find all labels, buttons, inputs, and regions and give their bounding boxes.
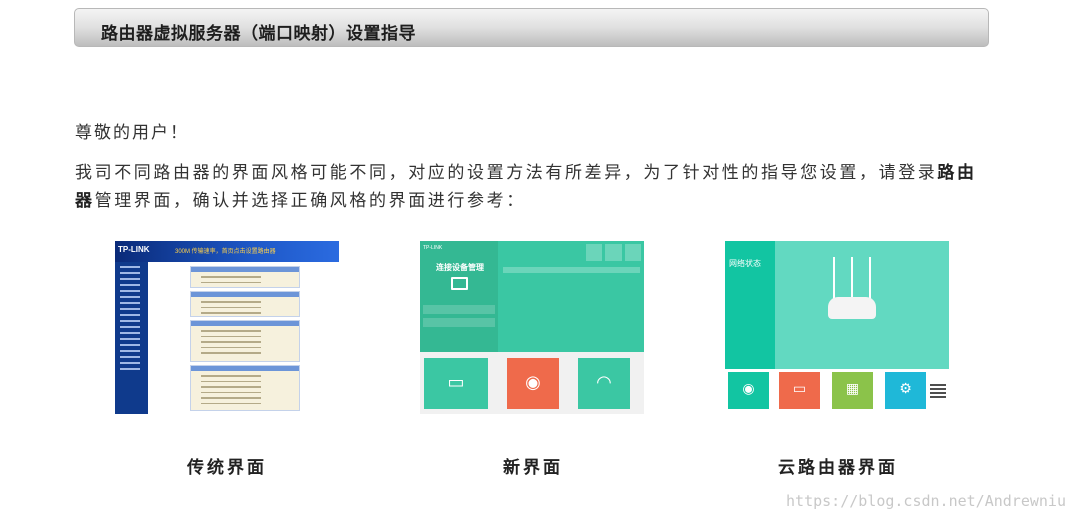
monitor-icon: ▭ xyxy=(447,372,465,393)
thumb-main xyxy=(148,262,339,414)
page-title: 路由器虚拟服务器（端口映射）设置指导 xyxy=(101,24,416,44)
thumb-panel xyxy=(190,291,300,317)
intro-suffix: 管理界面，确认并选择正确风格的界面进行参考： xyxy=(94,191,526,211)
thumb-header: TP-LINK 300M 传输速率，首页点击设置路由器 xyxy=(115,241,339,262)
thumb-top: TP-LINK 连接设备管理 xyxy=(420,241,644,352)
thumb-bar xyxy=(503,267,640,273)
antenna-icon xyxy=(833,257,835,301)
intro-prefix: 我司不同路由器的界面风格可能不同，对应的设置方法有所差异，为了针对性的指导您设置… xyxy=(75,163,938,183)
wifi-icon: ◠ xyxy=(596,372,612,393)
thumb-heading: 连接设备管理 xyxy=(436,263,484,272)
antenna-icon xyxy=(851,257,853,301)
thumb-panel xyxy=(190,266,300,288)
thumb-panel xyxy=(190,320,300,362)
grid-icon: ▦ xyxy=(845,381,860,397)
thumb-tile: ⚙ xyxy=(885,372,926,409)
thumb-left-panel: 网络状态 xyxy=(725,241,775,369)
qr-code-icon xyxy=(930,382,946,398)
thumb-left-panel: TP-LINK 连接设备管理 xyxy=(420,241,498,352)
caption-new[interactable]: 新界面 xyxy=(503,453,563,478)
thumb-sidebar xyxy=(115,262,148,414)
greeting-text: 尊敬的用户！ xyxy=(75,123,189,143)
thumb-card-internet: ◉ xyxy=(507,358,559,409)
thumb-card-devices: ▭ xyxy=(424,358,488,409)
thumb-panel xyxy=(190,365,300,411)
globe-icon: ◉ xyxy=(742,381,755,397)
gear-icon: ⚙ xyxy=(899,381,912,397)
thumb-card-wireless: ◠ xyxy=(578,358,630,409)
antenna-icon xyxy=(869,257,871,301)
thumb-banner: 300M 传输速率，首页点击设置路由器 xyxy=(175,249,276,255)
monitor-icon: ▭ xyxy=(792,381,807,397)
thumb-top: 网络状态 xyxy=(725,241,949,369)
thumb-tile: ▦ xyxy=(832,372,873,409)
new-ui-thumbnail[interactable]: TP-LINK 连接设备管理 ▭ ◉ ◠ xyxy=(420,241,644,414)
watermark: https://blog.csdn.net/Andrewniu xyxy=(786,492,1066,510)
thumb-brand-logo: TP-LINK xyxy=(423,245,443,251)
thumb-row xyxy=(423,305,495,314)
thumb-row xyxy=(423,318,495,327)
traditional-ui-thumbnail[interactable]: TP-LINK 300M 传输速率，首页点击设置路由器 xyxy=(115,241,339,414)
thumb-tile: ▭ xyxy=(779,372,820,409)
thumb-top-icons xyxy=(586,244,641,261)
thumb-heading: 网络状态 xyxy=(729,259,761,268)
monitor-icon xyxy=(451,277,468,290)
cloud-ui-thumbnail[interactable]: 网络状态 ◉ ▭ ▦ ⚙ xyxy=(725,241,949,414)
caption-cloud[interactable]: 云路由器界面 xyxy=(778,453,898,478)
intro-paragraph: 我司不同路由器的界面风格可能不同，对应的设置方法有所差异，为了针对性的指导您设置… xyxy=(75,159,980,215)
globe-icon: ◉ xyxy=(525,372,541,393)
thumb-tile: ◉ xyxy=(728,372,769,409)
router-icon xyxy=(828,297,876,319)
caption-traditional[interactable]: 传统界面 xyxy=(187,453,267,478)
thumb-brand-logo: TP-LINK xyxy=(118,245,150,254)
title-bar: 路由器虚拟服务器（端口映射）设置指导 xyxy=(74,8,989,47)
